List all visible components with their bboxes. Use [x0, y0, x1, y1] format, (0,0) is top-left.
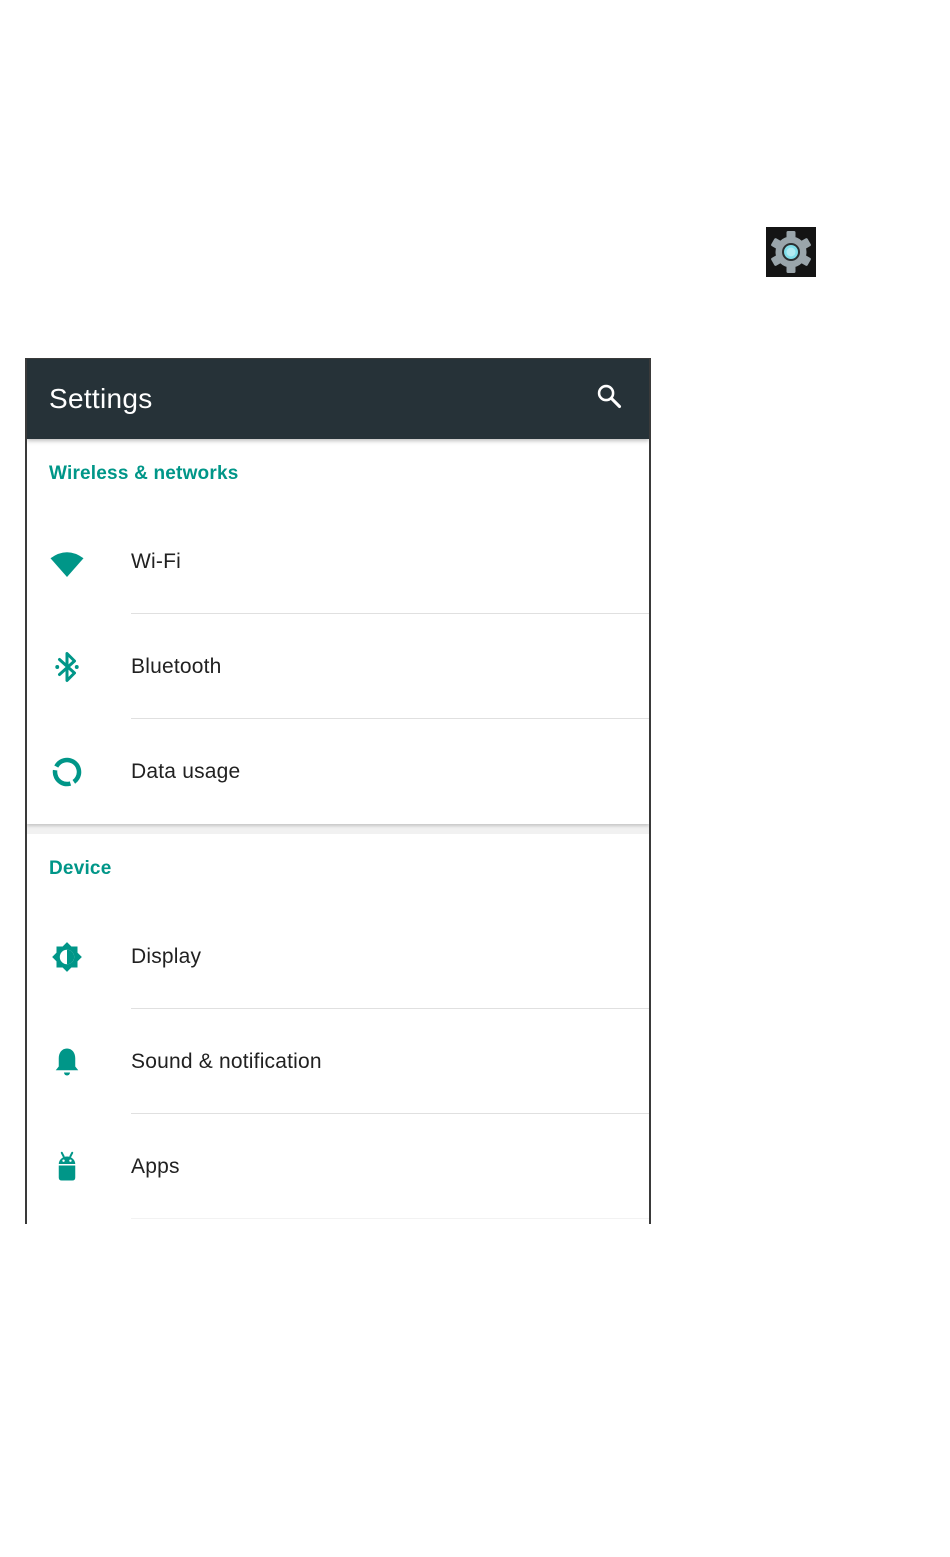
settings-item-label: Sound & notification	[131, 1049, 322, 1073]
settings-screen: Settings Wireless & networks Wi-Fi Bluet…	[25, 358, 651, 1224]
settings-item-label: Wi-Fi	[131, 549, 181, 573]
page-title: Settings	[49, 383, 153, 414]
settings-item-label: Apps	[131, 1154, 180, 1178]
bell-icon	[47, 1042, 87, 1082]
settings-item-label: Display	[131, 944, 202, 968]
settings-item-apps[interactable]: Apps	[27, 1114, 649, 1219]
section-wireless-networks: Wireless & networks Wi-Fi Bluetooth Data…	[27, 439, 649, 824]
settings-item-bluetooth[interactable]: Bluetooth	[27, 614, 649, 719]
settings-item-label: Data usage	[131, 759, 241, 783]
divider	[131, 1218, 649, 1219]
settings-item-display[interactable]: Display	[27, 904, 649, 1009]
display-icon	[47, 937, 87, 977]
settings-item-wifi[interactable]: Wi-Fi	[27, 509, 649, 614]
settings-item-sound-notification[interactable]: Sound & notification	[27, 1009, 649, 1114]
wifi-icon	[47, 542, 87, 582]
search-button[interactable]	[593, 380, 625, 412]
settings-item-label: Bluetooth	[131, 654, 222, 678]
section-device: Device Display Sound & notification Apps	[27, 834, 649, 1219]
app-bar: Settings	[27, 359, 649, 439]
data-usage-icon	[47, 752, 87, 792]
settings-gear-icon	[771, 231, 811, 273]
section-separator	[27, 824, 649, 834]
android-icon	[47, 1147, 87, 1187]
search-icon	[597, 384, 622, 409]
settings-app-icon[interactable]	[766, 227, 816, 277]
bluetooth-icon	[47, 647, 87, 687]
section-header: Wireless & networks	[49, 463, 239, 484]
settings-item-data-usage[interactable]: Data usage	[27, 719, 649, 824]
section-header: Device	[49, 858, 112, 879]
